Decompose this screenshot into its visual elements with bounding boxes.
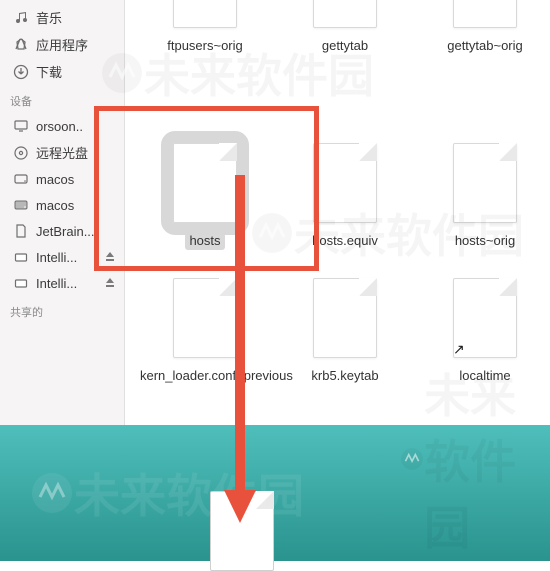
- sidebar-item-downloads[interactable]: 下载: [0, 58, 124, 85]
- sidebar-item-label: 应用程序: [36, 35, 88, 54]
- sidebar-item-label: 音乐: [36, 8, 62, 27]
- sidebar-item-label: 远程光盘: [36, 143, 88, 162]
- file-icon: [173, 278, 237, 358]
- file-label: ftpusers~orig: [167, 38, 243, 55]
- sidebar-item-label: Intelli...: [36, 250, 77, 265]
- sidebar-item-label: macos: [36, 172, 74, 187]
- disc-icon: [12, 144, 30, 162]
- file-item[interactable]: kern_loader.conf~previous: [135, 270, 275, 405]
- file-grid-area[interactable]: ftpusers~orig gettytab gettytab~orig hos…: [125, 0, 550, 425]
- section-shared: 共享的: [0, 296, 124, 324]
- music-icon: [12, 9, 30, 27]
- file-icon: [313, 0, 377, 28]
- doc-icon: [12, 222, 30, 240]
- file-label: gettytab~orig: [447, 38, 523, 55]
- sidebar-item-macos-1[interactable]: macos: [0, 166, 124, 192]
- file-icon: [313, 143, 377, 223]
- file-item[interactable]: ↗ localtime: [415, 270, 550, 405]
- sidebar-item-label: orsoon..: [36, 119, 83, 134]
- file-item[interactable]: gettytab~orig: [415, 0, 550, 135]
- file-label: hosts.equiv: [312, 233, 378, 250]
- sidebar-item-jetbrains[interactable]: JetBrain...: [0, 218, 124, 244]
- file-item[interactable]: gettytab: [275, 0, 415, 135]
- sidebar-item-applications[interactable]: 应用程序: [0, 31, 124, 58]
- file-icon: [173, 143, 237, 223]
- sidebar-item-orsoon[interactable]: orsoon..: [0, 113, 124, 139]
- sidebar-item-remote-disc[interactable]: 远程光盘: [0, 139, 124, 166]
- sidebar-item-macos-2[interactable]: macos: [0, 192, 124, 218]
- file-icon: [453, 0, 517, 28]
- file-label: kern_loader.conf~previous: [140, 368, 270, 385]
- sidebar-item-label: macos: [36, 198, 74, 213]
- file-grid: ftpusers~orig gettytab gettytab~orig hos…: [135, 0, 540, 405]
- file-label: krb5.keytab: [311, 368, 378, 385]
- section-devices: 设备: [0, 85, 124, 113]
- disk-gray-icon: [12, 196, 30, 214]
- sidebar-item-label: JetBrain...: [36, 224, 95, 239]
- file-icon: ↗: [453, 278, 517, 358]
- apps-icon: [12, 36, 30, 54]
- desktop-dragged-file[interactable]: [210, 491, 274, 571]
- file-item[interactable]: ftpusers~orig: [135, 0, 275, 135]
- alias-arrow-icon: ↗: [453, 341, 465, 358]
- file-item[interactable]: krb5.keytab: [275, 270, 415, 405]
- sidebar-item-intellij-2[interactable]: Intelli...: [0, 270, 124, 296]
- file-label: gettytab: [322, 38, 368, 55]
- file-item[interactable]: hosts~orig: [415, 135, 550, 270]
- file-item-hosts[interactable]: hosts: [135, 135, 275, 270]
- finder-window: 音乐 应用程序 下载 设备 orsoon.. 远程光盘: [0, 0, 550, 425]
- disk-icon: [12, 170, 30, 188]
- file-icon: [173, 0, 237, 28]
- file-label: hosts~orig: [455, 233, 515, 250]
- desktop-area[interactable]: [0, 425, 550, 561]
- sidebar: 音乐 应用程序 下载 设备 orsoon.. 远程光盘: [0, 0, 125, 425]
- sidebar-item-label: 下载: [36, 62, 62, 81]
- downloads-icon: [12, 63, 30, 81]
- file-label: hosts: [185, 233, 224, 250]
- sidebar-item-intellij-1[interactable]: Intelli...: [0, 244, 124, 270]
- sidebar-item-label: Intelli...: [36, 276, 77, 291]
- drive-icon: [12, 248, 30, 266]
- eject-icon[interactable]: [104, 250, 116, 265]
- imac-icon: [12, 117, 30, 135]
- file-label: localtime: [459, 368, 510, 385]
- sidebar-item-music[interactable]: 音乐: [0, 4, 124, 31]
- drive-icon: [12, 274, 30, 292]
- file-icon: [453, 143, 517, 223]
- eject-icon[interactable]: [104, 276, 116, 291]
- file-icon: [313, 278, 377, 358]
- file-item[interactable]: hosts.equiv: [275, 135, 415, 270]
